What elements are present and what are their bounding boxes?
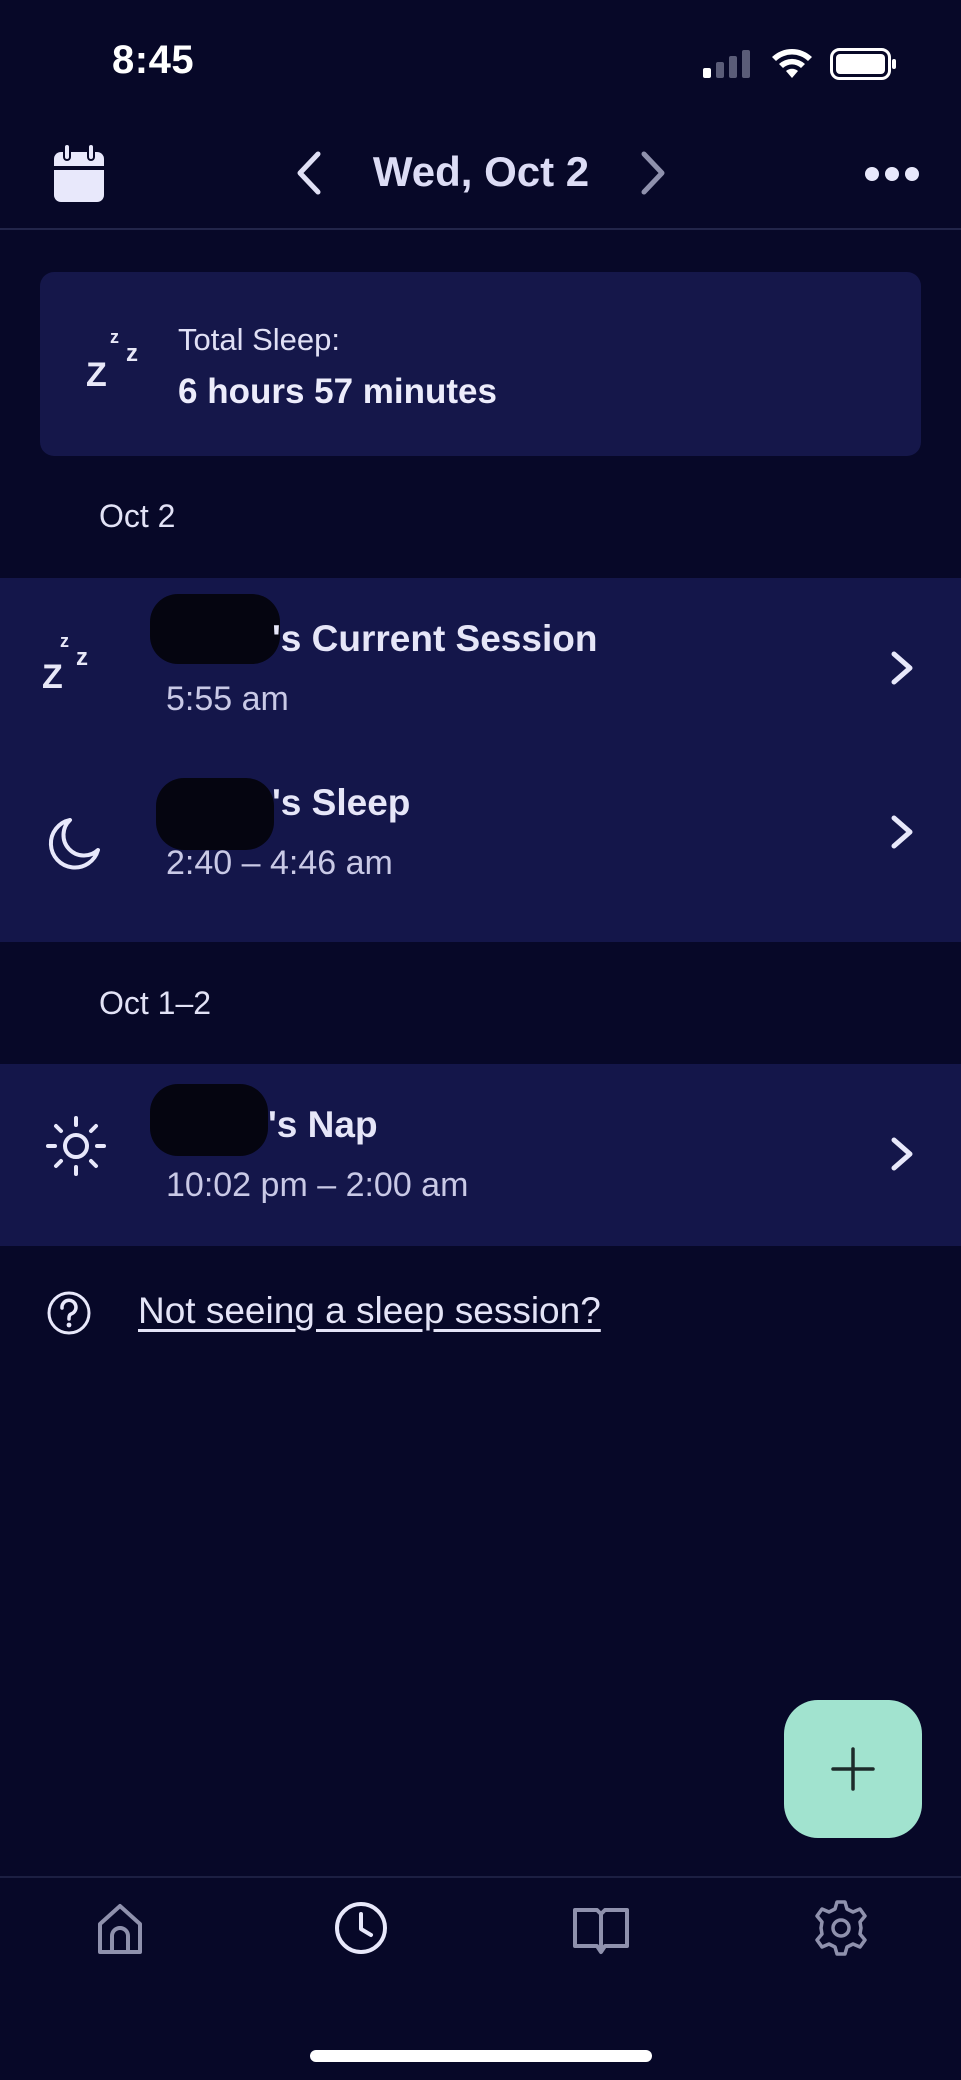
zzz-icon: z z Z: [42, 631, 88, 696]
zzz-icon: z z Z: [86, 327, 138, 394]
signal-icon: [703, 50, 750, 78]
gear-icon[interactable]: [811, 1898, 871, 1958]
session-row-sleep[interactable]: 's Sleep 2:40 – 4:46 am: [0, 760, 961, 942]
date-title: Wed, Oct 2: [372, 148, 590, 195]
status-time: 8:45: [112, 38, 195, 82]
add-session-button[interactable]: [784, 1700, 922, 1838]
total-sleep-card: z z Z Total Sleep: 6 hours 57 minutes: [40, 272, 921, 456]
plus-icon: [831, 1747, 875, 1791]
sun-icon: [46, 1116, 106, 1176]
book-icon[interactable]: [571, 1898, 631, 1958]
chevron-right-icon: [891, 1137, 913, 1171]
chevron-left-icon[interactable]: [290, 148, 330, 198]
more-dots-icon[interactable]: [862, 154, 922, 194]
clock-icon[interactable]: [331, 1898, 391, 1958]
home-icon[interactable]: [90, 1898, 150, 1958]
session-title: 's Sleep: [272, 782, 411, 823]
session-row-current[interactable]: z z Z 's Current Session 5:55 am: [0, 578, 961, 760]
home-indicator: [310, 2050, 652, 2062]
session-time: 2:40 – 4:46 am: [166, 844, 393, 882]
session-title: 's Nap: [268, 1104, 378, 1145]
session-group-oct-2: z z Z 's Current Session 5:55 am 's Slee…: [0, 578, 961, 942]
date-navigation-header: Wed, Oct 2: [0, 130, 961, 230]
battery-icon: [830, 48, 896, 80]
chevron-right-icon[interactable]: [632, 148, 672, 198]
sleep-history-screen: 8:45 Wed, Oct 2 z z Z Total Sleep: 6 hou…: [0, 0, 961, 2080]
total-sleep-value: 6 hours 57 minutes: [178, 372, 497, 411]
missing-session-link[interactable]: Not seeing a sleep session?: [138, 1290, 601, 1332]
session-group-oct-1-2: 's Nap 10:02 pm – 2:00 am: [0, 1064, 961, 1246]
session-row-nap[interactable]: 's Nap 10:02 pm – 2:00 am: [0, 1064, 961, 1246]
section-header-oct-1-2: Oct 1–2: [99, 985, 212, 1021]
total-sleep-label: Total Sleep:: [178, 322, 340, 357]
moon-icon: [48, 818, 100, 870]
redacted-name: [156, 778, 274, 850]
help-row: Not seeing a sleep session?: [0, 1278, 961, 1348]
session-title: 's Current Session: [272, 618, 598, 659]
wifi-icon: [772, 49, 812, 78]
question-icon: [47, 1291, 91, 1335]
session-time: 5:55 am: [166, 680, 289, 718]
calendar-icon[interactable]: [52, 142, 106, 204]
chevron-right-icon: [891, 651, 913, 685]
status-bar: 8:45: [0, 0, 961, 120]
chevron-right-icon: [891, 815, 913, 849]
redacted-name: [150, 1084, 268, 1156]
redacted-name: [150, 594, 280, 664]
section-header-oct-2: Oct 2: [99, 498, 176, 534]
session-time: 10:02 pm – 2:00 am: [166, 1166, 469, 1204]
